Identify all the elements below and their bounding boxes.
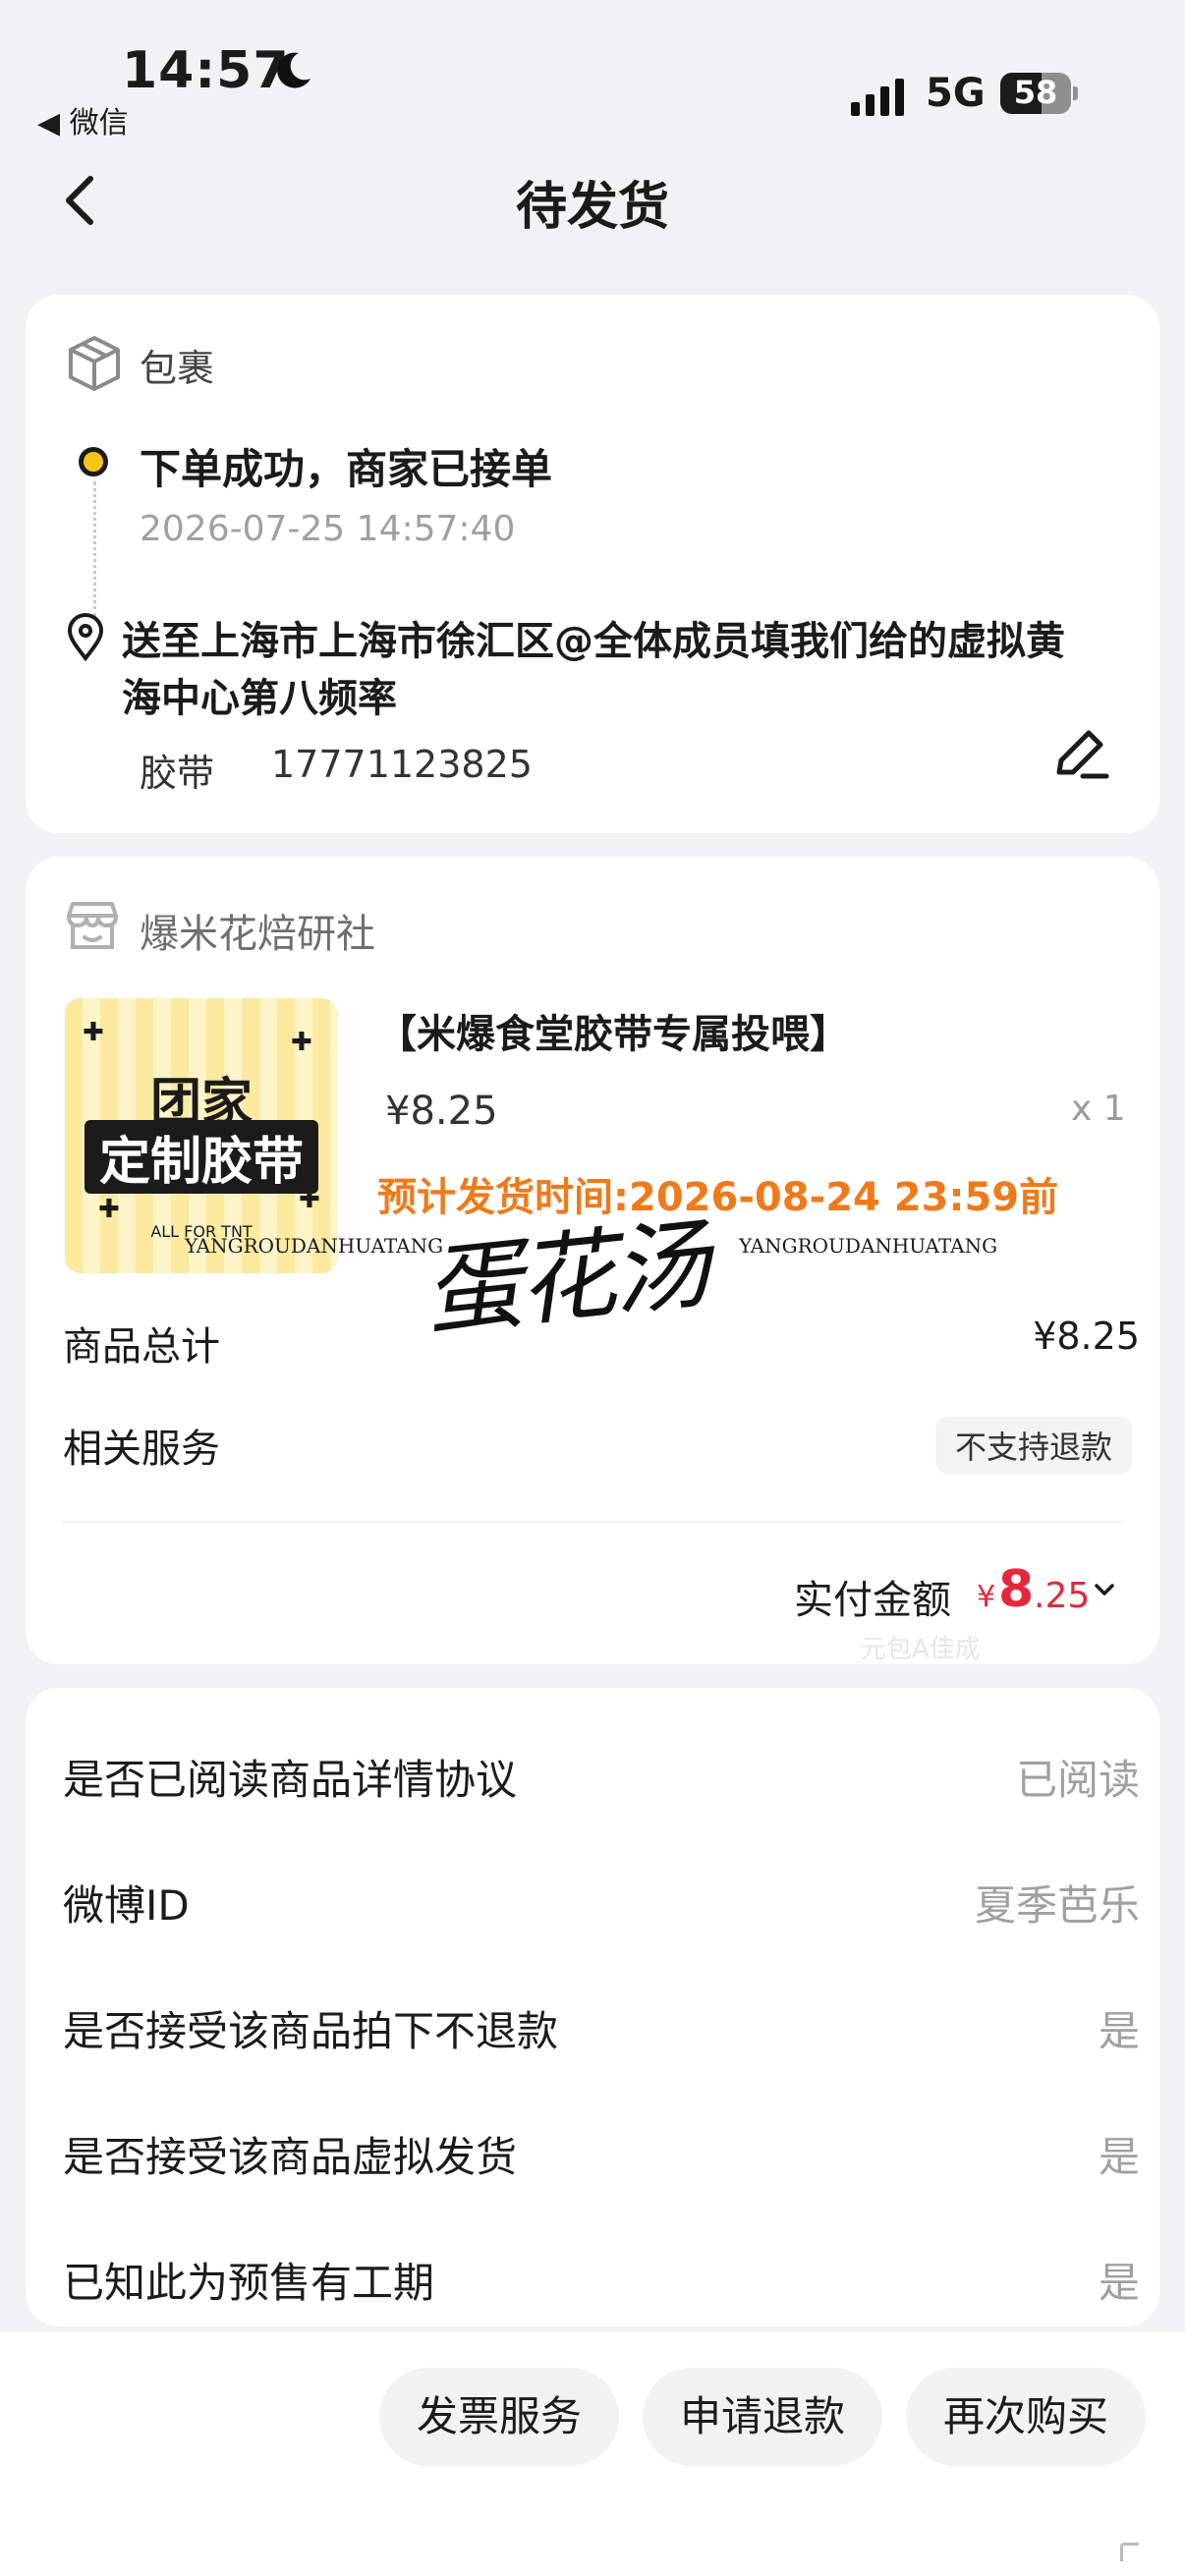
info-row-label: 是否已阅读商品详情协议 bbox=[63, 1756, 518, 1804]
battery-tip bbox=[1073, 86, 1078, 100]
product-price: ¥8.25 bbox=[385, 1089, 498, 1134]
info-row-value: 夏季芭乐 bbox=[974, 1881, 1140, 1930]
info-row-label: 微博ID bbox=[63, 1881, 190, 1930]
paid-amount-integer: 8 bbox=[998, 1560, 1035, 1619]
edit-address-icon[interactable] bbox=[1049, 723, 1112, 786]
info-row-label: 是否接受该商品拍下不退款 bbox=[63, 2007, 559, 2055]
signal-icon bbox=[851, 77, 906, 116]
no-refund-badge: 不支持退款 bbox=[934, 1417, 1132, 1474]
info-row-value: 已阅读 bbox=[1015, 1756, 1140, 1804]
corner-mark bbox=[1120, 2543, 1139, 2561]
paid-amount-decimal: .25 bbox=[1034, 1576, 1091, 1616]
service-label: 相关服务 bbox=[63, 1427, 220, 1472]
product-quantity: x 1 bbox=[1071, 1089, 1126, 1129]
paid-amount-label: 实付金额 bbox=[794, 1578, 951, 1623]
watermark-text-right: YANGROUDANHUATANG bbox=[739, 1234, 998, 1258]
status-dot bbox=[79, 447, 108, 476]
page-title: 待发货 bbox=[515, 178, 669, 237]
package-label: 包裹 bbox=[140, 347, 215, 390]
shop-icon bbox=[67, 902, 118, 949]
product-image-subtitle: 定制胶带 bbox=[85, 1120, 318, 1194]
info-row-label: 已知此为预售有工期 bbox=[63, 2259, 435, 2307]
battery-icon: 58 bbox=[1000, 73, 1071, 114]
info-row-value: 是 bbox=[1098, 2007, 1140, 2055]
watermark-text-left: YANGROUDANHUATANG bbox=[185, 1234, 444, 1258]
package-box-icon bbox=[69, 336, 120, 391]
order-status-time: 2026-07-25 14:57:40 bbox=[140, 509, 516, 549]
status-time: 14:57 bbox=[122, 41, 290, 100]
invoice-service-button[interactable]: 发票服务 bbox=[379, 2368, 619, 2466]
chevron-down-icon[interactable] bbox=[1091, 1576, 1118, 1603]
request-refund-button[interactable]: 申请退款 bbox=[643, 2368, 882, 2466]
paid-currency: ¥ bbox=[977, 1580, 996, 1614]
watermark-signature: 蛋花汤 bbox=[418, 1206, 712, 1351]
receiver-name: 胶带 bbox=[140, 752, 215, 795]
buy-again-button[interactable]: 再次购买 bbox=[906, 2368, 1146, 2466]
divider bbox=[63, 1521, 1122, 1523]
moon-icon bbox=[277, 52, 310, 88]
watermark-small: 元包A佳成 bbox=[861, 1635, 981, 1664]
total-value: ¥8.25 bbox=[1033, 1315, 1140, 1358]
network-type: 5G bbox=[926, 71, 986, 116]
receiver-phone: 17771123825 bbox=[271, 743, 533, 786]
info-row-value: 是 bbox=[1098, 2133, 1140, 2181]
timeline-line bbox=[93, 481, 96, 617]
total-label: 商品总计 bbox=[63, 1324, 220, 1370]
shop-name[interactable]: 爆米花焙研社 bbox=[140, 902, 375, 959]
battery-level: 58 bbox=[1013, 74, 1058, 111]
back-to-wechat-link[interactable]: ◀ 微信 bbox=[37, 98, 129, 141]
info-row-value: 是 bbox=[1098, 2259, 1140, 2307]
location-pin-icon bbox=[67, 613, 104, 662]
info-row-label: 是否接受该商品虚拟发货 bbox=[63, 2133, 518, 2181]
shipping-address: 送至上海市上海市徐汇区@全体成员填我们给的虚拟黄海中心第八频率 bbox=[122, 619, 1065, 721]
product-name[interactable]: 【米爆食堂胶带专属投喂】 bbox=[377, 1002, 849, 1059]
order-status-title: 下单成功，商家已接单 bbox=[140, 445, 553, 493]
product-image[interactable]: ✚ ✚ ✚ ✚ 团家 定制胶带 ALL FOR TNT bbox=[65, 998, 338, 1273]
